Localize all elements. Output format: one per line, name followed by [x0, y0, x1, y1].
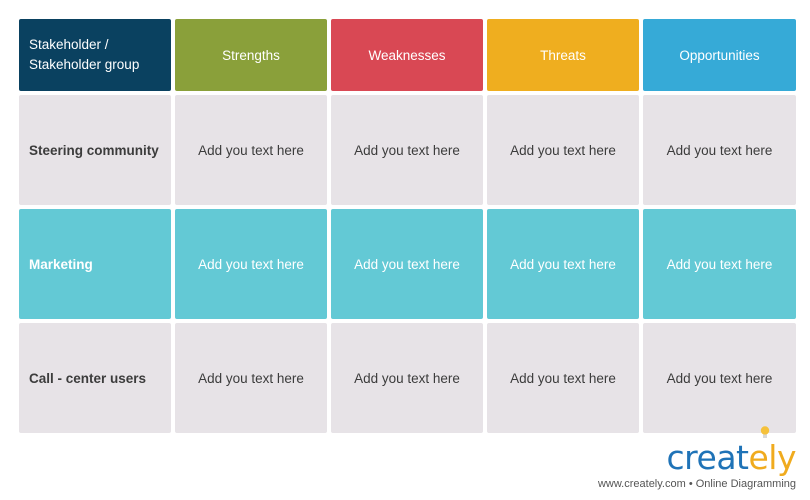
row-label-marketing: Marketing [19, 209, 171, 319]
cell-callcenter-strengths[interactable]: Add you text here [175, 323, 327, 433]
cell-callcenter-opportunities[interactable]: Add you text here [643, 323, 796, 433]
header-stakeholder: Stakeholder / Stakeholder group [19, 19, 171, 91]
cell-marketing-weaknesses[interactable]: Add you text here [331, 209, 483, 319]
header-strengths: Strengths [175, 19, 327, 91]
tagline: www.creately.com • Online Diagramming [597, 478, 796, 490]
logo-main: creat [666, 438, 749, 477]
row-label-call-center-users: Call - center users [19, 323, 171, 433]
header-opportunities: Opportunities [643, 19, 796, 91]
header-threats: Threats [487, 19, 639, 91]
creately-logo[interactable]: creately www.creately.com • Online Diagr… [598, 426, 796, 490]
logo-wordmark: creately [598, 426, 796, 477]
cell-marketing-strengths[interactable]: Add you text here [175, 209, 327, 319]
cell-callcenter-weaknesses[interactable]: Add you text here [331, 323, 483, 433]
cell-steering-threats[interactable]: Add you text here [487, 95, 639, 205]
logo-accent: ely [748, 438, 796, 477]
cell-marketing-opportunities[interactable]: Add you text here [643, 209, 796, 319]
row-label-steering-community: Steering community [19, 95, 171, 205]
swot-stakeholder-table: Stakeholder / Stakeholder group Strengths… [19, 19, 796, 433]
header-weaknesses: Weaknesses [331, 19, 483, 91]
cell-steering-strengths[interactable]: Add you text here [175, 95, 327, 205]
cell-steering-weaknesses[interactable]: Add you text here [331, 95, 483, 205]
cell-callcenter-threats[interactable]: Add you text here [487, 323, 639, 433]
lightbulb-icon [760, 426, 770, 438]
cell-steering-opportunities[interactable]: Add you text here [643, 95, 796, 205]
cell-marketing-threats[interactable]: Add you text here [487, 209, 639, 319]
